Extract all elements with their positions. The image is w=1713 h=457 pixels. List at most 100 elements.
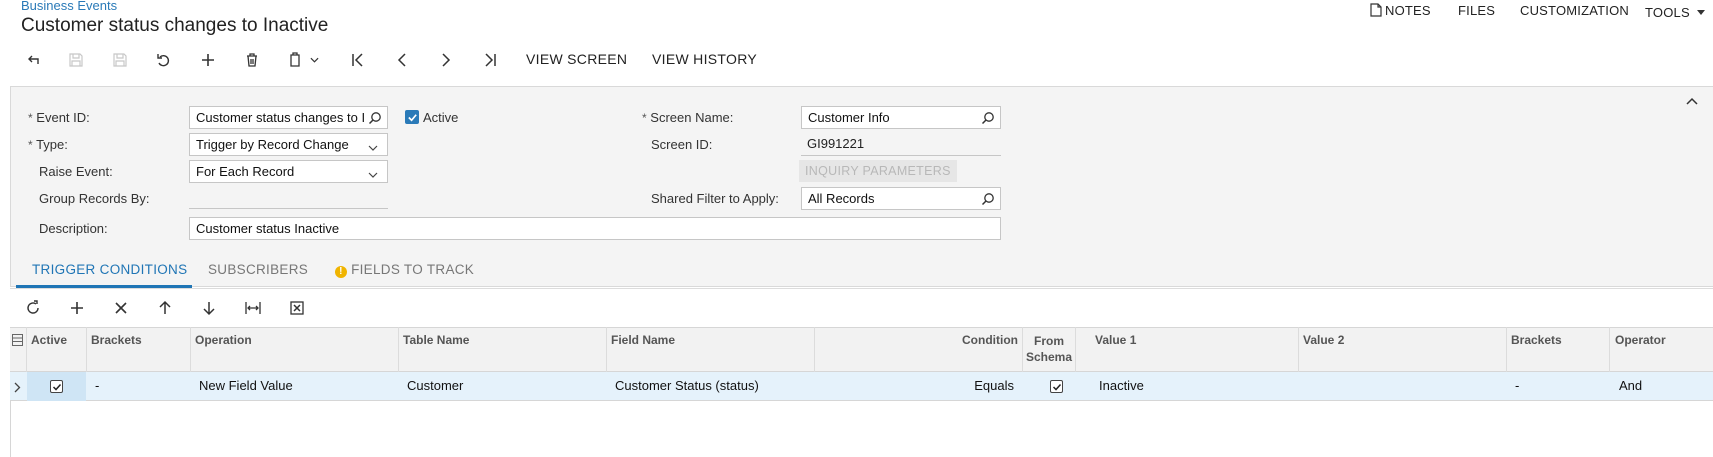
column-header-brackets-open[interactable]: Brackets — [91, 333, 142, 347]
column-header-table-name[interactable]: Table Name — [403, 333, 469, 347]
cell-table-name[interactable]: Customer — [407, 378, 463, 393]
cell-brackets-close[interactable]: - — [1515, 378, 1519, 393]
checkmark-icon — [50, 380, 63, 393]
column-header-value1[interactable]: Value 1 — [1095, 333, 1136, 347]
from-label: From — [1034, 334, 1064, 348]
add-row-icon[interactable] — [64, 296, 90, 320]
column-header-brackets-close[interactable]: Brackets — [1511, 333, 1562, 347]
notes-label: NOTES — [1385, 3, 1431, 18]
col-sep — [190, 327, 191, 372]
raise-event-label: Raise Event: — [39, 164, 113, 179]
raise-event-value: For Each Record — [196, 164, 295, 179]
tools-label: TOOLS — [1645, 5, 1690, 20]
fit-columns-icon[interactable] — [240, 296, 266, 320]
checkmark-icon — [405, 110, 419, 124]
screen-id-field: GI991221 — [801, 133, 1001, 156]
grid-left-border — [10, 401, 11, 457]
cell-operator[interactable]: And — [1619, 378, 1642, 393]
export-excel-icon[interactable] — [284, 296, 310, 320]
column-header-active[interactable]: Active — [31, 333, 67, 347]
col-sep — [26, 327, 27, 372]
screen-name-label: * Screen Name: — [642, 110, 734, 125]
col-sep — [1298, 327, 1299, 372]
add-icon[interactable] — [195, 49, 221, 71]
tab-subscribers[interactable]: SUBSCRIBERS — [208, 262, 308, 277]
type-value: Trigger by Record Change — [196, 137, 349, 152]
description-label: Description: — [39, 221, 108, 236]
tab-trigger-conditions[interactable]: TRIGGER CONDITIONS — [32, 262, 187, 277]
column-header-operation[interactable]: Operation — [195, 333, 252, 347]
search-icon[interactable] — [981, 192, 995, 206]
col-sep — [606, 327, 607, 372]
shared-filter-value: All Records — [808, 191, 875, 206]
required-mark: * — [28, 138, 33, 152]
chevron-down-icon — [1696, 3, 1705, 18]
event-id-field[interactable]: Customer status changes to I — [189, 106, 388, 129]
files-button[interactable]: FILES — [1458, 3, 1495, 18]
next-record-icon[interactable] — [433, 49, 459, 71]
event-id-label: * Event ID: — [28, 110, 90, 125]
undo-icon[interactable] — [151, 49, 177, 71]
search-icon[interactable] — [368, 111, 382, 125]
chevron-down-icon — [368, 167, 382, 181]
save-close-icon[interactable] — [63, 49, 89, 71]
chevron-down-icon — [368, 140, 382, 154]
event-id-value: Customer status changes to I — [196, 110, 366, 125]
view-history-button[interactable]: VIEW HISTORY — [652, 51, 757, 67]
cell-condition[interactable]: Equals — [818, 378, 1014, 393]
delete-icon[interactable] — [239, 49, 265, 71]
column-header-from-schema[interactable]: From Schema — [1024, 333, 1074, 365]
move-down-icon[interactable] — [196, 296, 222, 320]
last-record-icon[interactable] — [477, 49, 503, 71]
cell-brackets-open[interactable]: - — [95, 378, 99, 393]
col-sep — [1022, 327, 1023, 372]
tab-fields-to-track[interactable]: ! FIELDS TO TRACK — [335, 262, 474, 278]
inquiry-parameters-button[interactable]: INQUIRY PARAMETERS — [799, 160, 957, 182]
delete-row-icon[interactable] — [108, 296, 134, 320]
first-record-icon[interactable] — [345, 49, 371, 71]
type-select[interactable]: Trigger by Record Change — [189, 133, 388, 156]
shared-filter-field[interactable]: All Records — [801, 187, 1001, 210]
view-screen-button[interactable]: VIEW SCREEN — [526, 51, 627, 67]
copy-paste-icon[interactable] — [283, 49, 323, 71]
checkmark-icon — [1050, 380, 1063, 393]
column-header-value2[interactable]: Value 2 — [1303, 333, 1344, 347]
shared-filter-label: Shared Filter to Apply: — [651, 191, 779, 206]
cell-value1[interactable]: Inactive — [1099, 378, 1144, 393]
notes-button[interactable]: NOTES — [1370, 3, 1431, 20]
active-checkbox[interactable] — [405, 110, 419, 124]
screen-name-field[interactable]: Customer Info — [801, 106, 1001, 129]
row-selector-chevron-right-icon[interactable] — [14, 380, 21, 398]
page-title: Customer status changes to Inactive — [21, 15, 329, 36]
search-icon[interactable] — [981, 111, 995, 125]
previous-record-icon[interactable] — [389, 49, 415, 71]
column-header-operator[interactable]: Operator — [1615, 333, 1666, 347]
notes-icon — [1370, 3, 1382, 20]
active-label[interactable]: Active — [423, 110, 458, 125]
col-sep — [814, 327, 815, 372]
tools-button[interactable]: TOOLS — [1645, 3, 1705, 20]
collapse-chevron-up-icon[interactable] — [1686, 92, 1700, 106]
move-up-icon[interactable] — [152, 296, 178, 320]
col-sep — [86, 327, 87, 372]
customization-button[interactable]: CUSTOMIZATION — [1520, 3, 1629, 18]
cell-field-name[interactable]: Customer Status (status) — [615, 378, 759, 393]
column-header-field-name[interactable]: Field Name — [611, 333, 675, 347]
group-records-label: Group Records By: — [39, 191, 150, 206]
col-sep — [398, 327, 399, 372]
refresh-icon[interactable] — [20, 296, 46, 320]
save-icon[interactable] — [107, 49, 133, 71]
tab-divider — [10, 288, 1713, 289]
breadcrumb[interactable]: Business Events — [21, 0, 117, 13]
back-icon[interactable] — [20, 49, 46, 71]
group-records-field[interactable] — [189, 186, 388, 209]
column-settings-icon[interactable] — [12, 333, 23, 346]
required-mark: * — [642, 111, 647, 125]
raise-event-select[interactable]: For Each Record — [189, 160, 388, 183]
cell-operation[interactable]: New Field Value — [199, 378, 293, 393]
row-active-checkbox[interactable] — [50, 380, 63, 393]
cell-from-schema-checkbox[interactable] — [1050, 380, 1063, 393]
schema-label: Schema — [1025, 350, 1073, 364]
column-header-condition[interactable]: Condition — [818, 333, 1018, 347]
description-field[interactable]: Customer status Inactive — [189, 217, 1001, 240]
